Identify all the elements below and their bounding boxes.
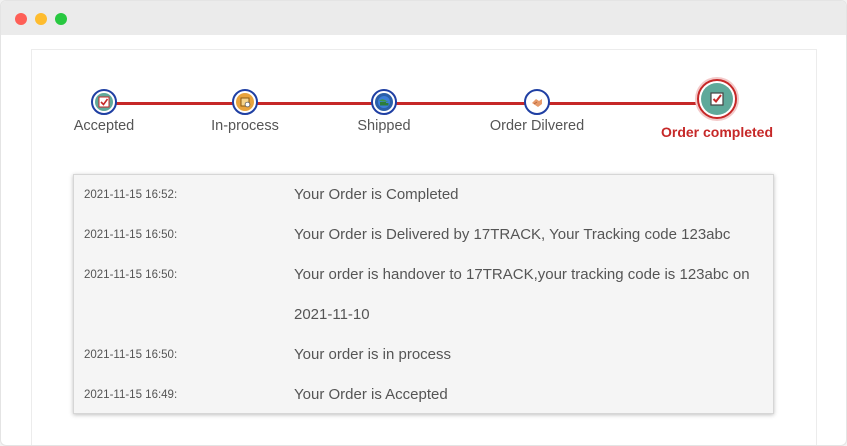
step-label: In-process: [211, 118, 279, 134]
step-in-process: In-process: [165, 87, 325, 134]
log-message: Your Order is Completed: [294, 186, 459, 203]
log-entry-continuation: 2021-11-10: [74, 295, 773, 335]
log-message: 2021-11-10: [294, 306, 370, 323]
tracking-history-log: 2021-11-15 16:52: Your Order is Complete…: [73, 174, 774, 414]
log-entry: 2021-11-15 16:49: Your Order is Accepted: [74, 375, 773, 415]
globe-truck-icon: [375, 93, 393, 111]
step-accepted-icon: [91, 89, 117, 115]
log-entry: 2021-11-15 16:50: Your order is handover…: [74, 255, 773, 295]
checkbox-icon: [701, 83, 733, 115]
log-entry: 2021-11-15 16:50: Your order is in proce…: [74, 335, 773, 375]
log-message: Your Order is Accepted: [294, 386, 448, 403]
log-timestamp: 2021-11-15 16:50:: [84, 229, 178, 241]
step-order-completed: Order completed: [637, 77, 797, 140]
close-window-button[interactable]: [15, 13, 27, 25]
log-entry: 2021-11-15 16:52: Your Order is Complete…: [74, 175, 773, 215]
minimize-window-button[interactable]: [35, 13, 47, 25]
maximize-window-button[interactable]: [55, 13, 67, 25]
checkbox-icon: [95, 93, 113, 111]
step-in-process-icon: [232, 89, 258, 115]
package-icon: [236, 93, 254, 111]
log-entry: 2021-11-15 16:50: Your Order is Delivere…: [74, 215, 773, 255]
step-completed-icon: [697, 79, 737, 119]
step-accepted: Accepted: [24, 87, 184, 134]
step-delivered-icon: [524, 89, 550, 115]
browser-window: Accepted In-process Shipped Order Dilver…: [0, 0, 847, 446]
step-shipped: Shipped: [304, 87, 464, 134]
handshake-icon: [528, 93, 546, 111]
title-bar: [1, 1, 846, 35]
log-message: Your Order is Delivered by 17TRACK, Your…: [294, 226, 731, 243]
log-timestamp: 2021-11-15 16:50:: [84, 269, 178, 281]
log-timestamp: 2021-11-15 16:52:: [84, 189, 178, 201]
log-timestamp: 2021-11-15 16:50:: [84, 349, 178, 361]
step-label: Order Dilvered: [489, 118, 585, 134]
step-order-delivered: Order Dilvered: [457, 87, 617, 134]
step-shipped-icon: [371, 89, 397, 115]
log-timestamp: 2021-11-15 16:49:: [84, 389, 178, 401]
step-label: Accepted: [73, 118, 135, 134]
step-label: Shipped: [357, 118, 411, 134]
log-message: Your order is handover to 17TRACK,your t…: [294, 266, 750, 283]
step-label: Order completed: [660, 124, 774, 140]
log-message: Your order is in process: [294, 346, 452, 363]
